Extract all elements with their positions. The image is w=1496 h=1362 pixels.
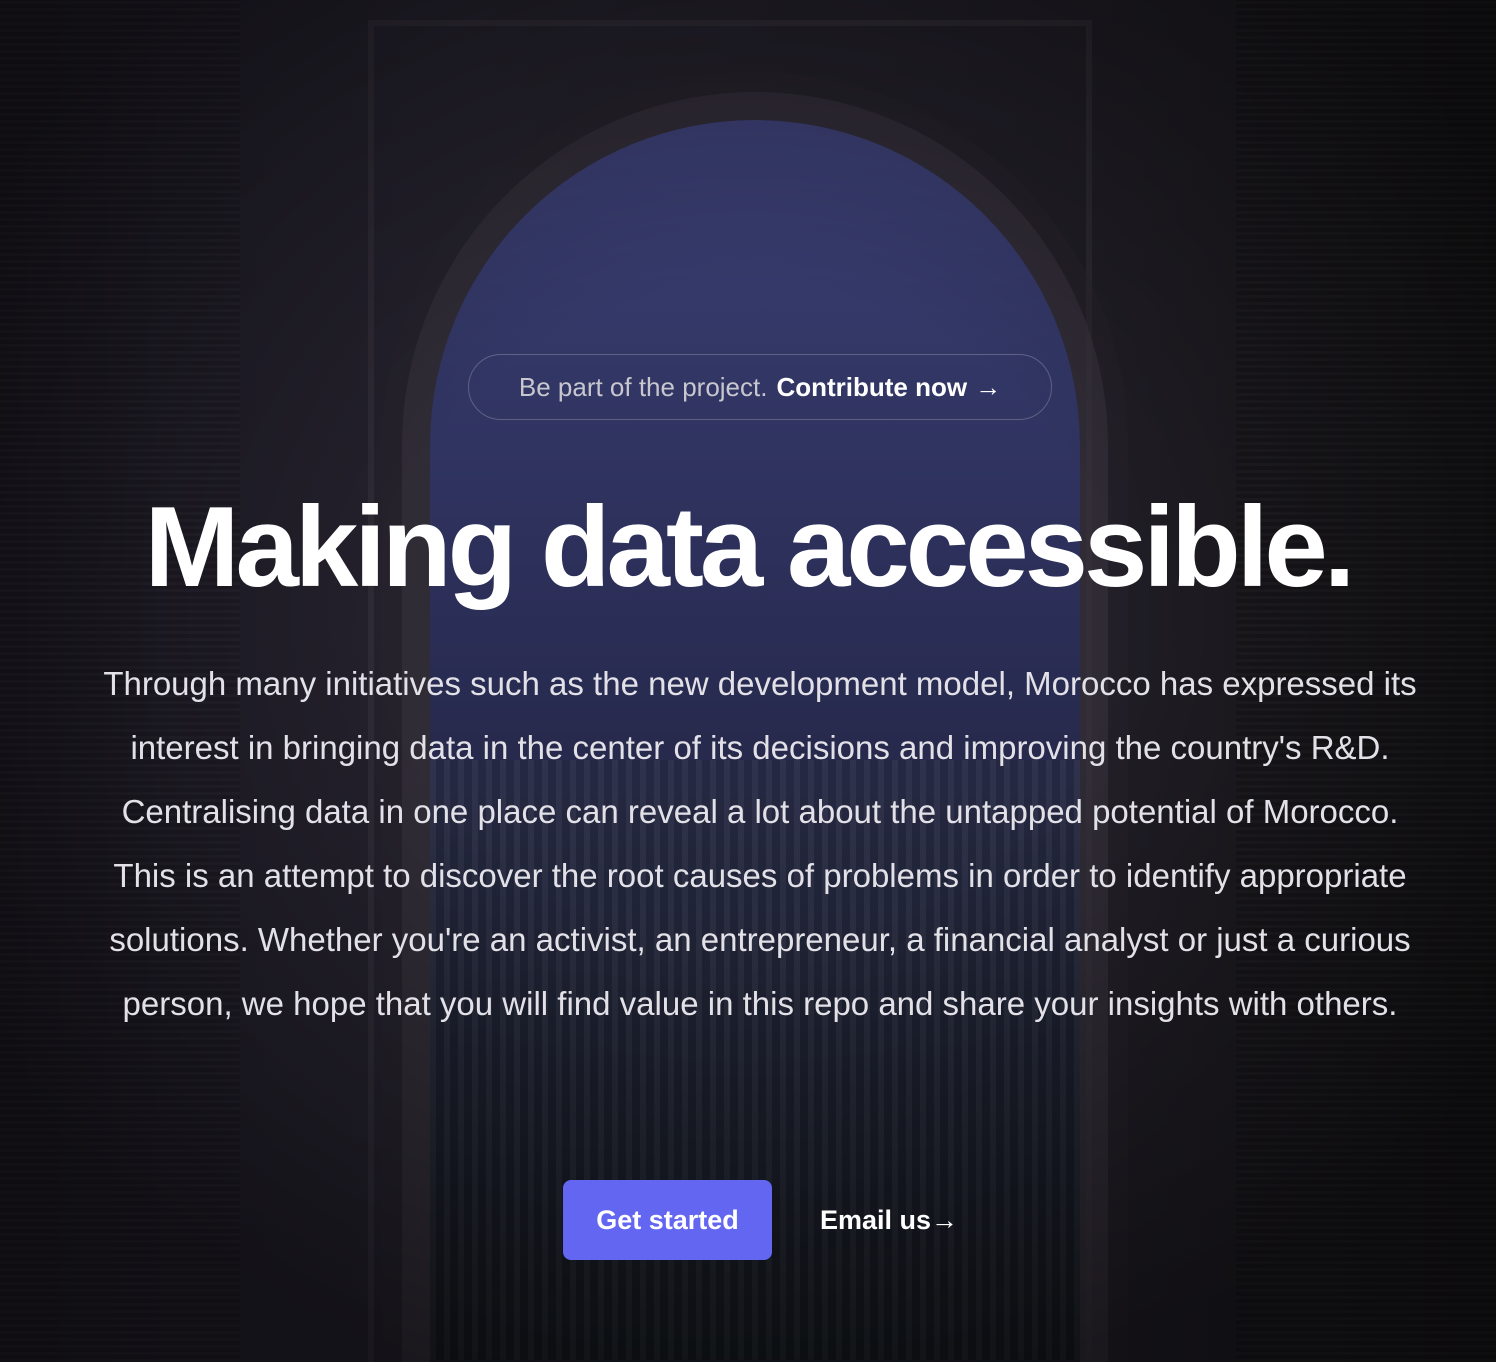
get-started-button[interactable]: Get started: [563, 1180, 772, 1260]
email-us-link[interactable]: Email us→: [820, 1180, 958, 1260]
hero-actions: Get started Email us→: [0, 1180, 1496, 1260]
announcement-text: Be part of the project.: [518, 371, 768, 402]
arrow-right-icon: →: [975, 371, 1002, 402]
email-us-label: Email us: [820, 1205, 932, 1235]
arrow-right-icon: →: [931, 1205, 959, 1235]
contribute-now-label: Contribute now: [776, 371, 968, 402]
page-title: Making data accessible.: [144, 484, 1356, 611]
hero-section: Be part of the project. Contribute now → …: [0, 0, 1496, 1362]
announcement-pill: Be part of the project. Contribute now →: [468, 354, 1052, 420]
hero-description: Through many initiatives such as the new…: [103, 665, 1417, 1022]
contribute-now-link[interactable]: Contribute now →: [776, 372, 1001, 403]
